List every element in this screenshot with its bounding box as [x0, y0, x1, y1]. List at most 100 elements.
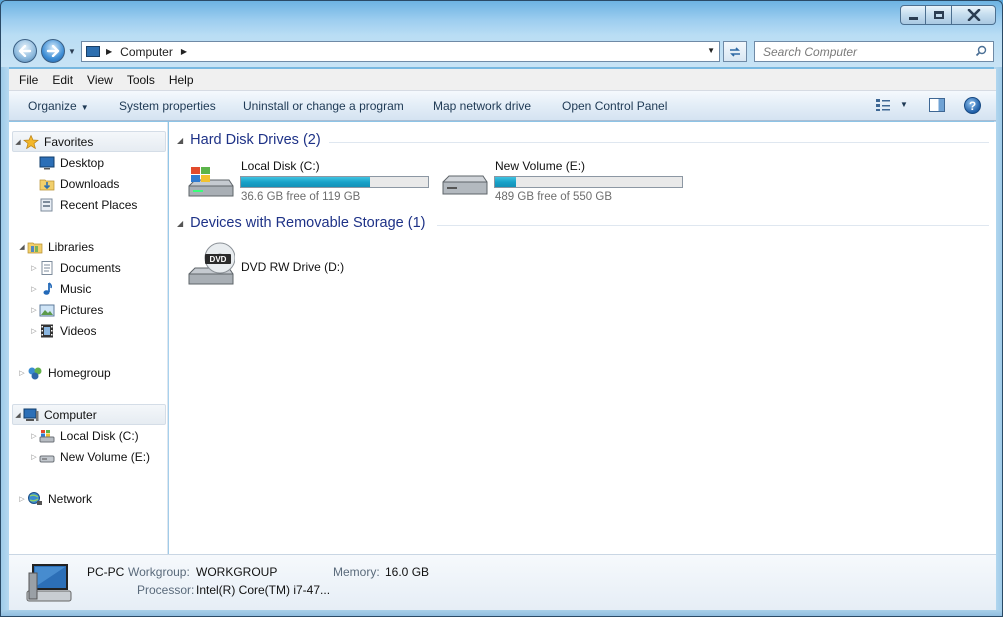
- nav-network[interactable]: ▷ Network: [17, 488, 92, 509]
- organize-button[interactable]: Organize ▼: [28, 99, 89, 113]
- hard-disk-group-title: Hard Disk Drives (2): [190, 132, 321, 148]
- nav-favorites[interactable]: ◢ Favorites: [12, 131, 166, 152]
- drive-e-free-space: 489 GB free of 550 GB: [495, 191, 612, 203]
- collapse-arrow-icon[interactable]: ▷: [17, 495, 27, 503]
- nav-documents[interactable]: ▷ Documents: [29, 257, 121, 278]
- uninstall-program-button[interactable]: Uninstall or change a program: [243, 99, 404, 113]
- menu-view[interactable]: View: [87, 73, 113, 87]
- search-input[interactable]: Search Computer: [754, 41, 994, 62]
- group-collapse-icon[interactable]: ◢: [177, 219, 183, 228]
- desktop-icon: [39, 156, 55, 169]
- nav-network-label: Network: [48, 491, 93, 506]
- menu-bar: File Edit View Tools Help: [9, 69, 996, 91]
- nav-libraries[interactable]: ◢ Libraries: [17, 236, 94, 257]
- map-network-drive-button[interactable]: Map network drive: [433, 99, 531, 113]
- workgroup-value: WORKGROUP: [196, 565, 278, 579]
- expand-arrow-icon[interactable]: ◢: [13, 138, 23, 146]
- nav-videos-label: Videos: [60, 323, 97, 338]
- windows-drive-icon: [39, 429, 55, 442]
- caption-buttons: [900, 5, 996, 25]
- collapse-arrow-icon[interactable]: ▷: [29, 285, 39, 293]
- group-collapse-icon[interactable]: ◢: [177, 136, 183, 145]
- memory-value: 16.0 GB: [385, 565, 430, 579]
- pc-name: PC-PC: [87, 565, 125, 579]
- more-views-dropdown-icon[interactable]: ▼: [900, 100, 908, 109]
- computer-monitor-icon: [26, 564, 72, 602]
- nav-pictures[interactable]: ▷ Pictures: [29, 299, 103, 320]
- nav-desktop[interactable]: Desktop: [39, 152, 104, 173]
- close-button[interactable]: [952, 5, 996, 25]
- navigation-row: ▼ ▶ Computer ▶ ▼ Search Computer: [1, 35, 1002, 67]
- recent-pages-dropdown-icon[interactable]: ▼: [68, 47, 76, 56]
- minimize-button[interactable]: [900, 5, 926, 25]
- collapse-arrow-icon[interactable]: ▷: [29, 327, 39, 335]
- collapse-arrow-icon[interactable]: ▷: [29, 453, 39, 461]
- refresh-icon: [730, 46, 740, 57]
- search-icon[interactable]: [975, 45, 987, 57]
- menu-tools[interactable]: Tools: [127, 73, 155, 87]
- title-bar[interactable]: [1, 1, 1002, 35]
- change-view-icon[interactable]: [875, 98, 891, 112]
- preview-pane-icon[interactable]: [929, 98, 945, 112]
- address-bar[interactable]: ▶ Computer ▶ ▼: [81, 41, 720, 62]
- menu-edit[interactable]: Edit: [52, 73, 73, 87]
- nav-desktop-label: Desktop: [60, 155, 105, 170]
- dvd-drive-icon: DVD: [188, 242, 235, 285]
- nav-music[interactable]: ▷ Music: [29, 278, 91, 299]
- collapse-arrow-icon[interactable]: ▷: [17, 369, 27, 377]
- drive-e-usage-bar: [494, 176, 683, 188]
- dvd-drive-tile[interactable]: DVD DVD RW Drive (D:): [185, 240, 385, 290]
- nav-homegroup-label: Homegroup: [48, 365, 111, 380]
- nav-videos[interactable]: ▷ Videos: [29, 320, 96, 341]
- group-divider: [437, 225, 989, 226]
- libraries-icon: [27, 242, 43, 253]
- processor-value: Intel(R) Core(TM) i7-47...: [196, 583, 331, 597]
- hard-disk-group-header[interactable]: ◢ Hard Disk Drives (2): [177, 132, 321, 148]
- back-button[interactable]: [13, 39, 37, 63]
- maximize-icon: [933, 11, 944, 19]
- chevron-down-icon: ▼: [80, 103, 89, 112]
- recent-places-icon: [40, 198, 53, 211]
- breadcrumb-computer[interactable]: Computer: [120, 45, 173, 59]
- open-control-panel-button[interactable]: Open Control Panel: [562, 99, 667, 113]
- nav-local-disk[interactable]: ▷ Local Disk (C:): [29, 425, 139, 446]
- help-icon[interactable]: ?: [964, 97, 981, 114]
- hard-drive-icon: [39, 455, 55, 462]
- collapse-arrow-icon[interactable]: ▷: [29, 432, 39, 440]
- removable-group-header[interactable]: ◢ Devices with Removable Storage (1): [177, 215, 425, 231]
- close-icon: [967, 9, 980, 21]
- nav-local-disk-label: Local Disk (C:): [60, 428, 139, 443]
- breadcrumb-chevron-icon[interactable]: ▶: [106, 47, 112, 56]
- pictures-icon: [39, 304, 55, 316]
- expand-arrow-icon[interactable]: ◢: [13, 411, 23, 419]
- drive-tile-c[interactable]: Local Disk (C:) 36.6 GB free of 119 GB: [185, 158, 435, 206]
- nav-favorites-label: Favorites: [44, 134, 94, 149]
- search-placeholder: Search Computer: [763, 44, 858, 59]
- menu-file[interactable]: File: [19, 73, 38, 87]
- drive-e-usage-fill: [495, 177, 516, 187]
- nav-homegroup[interactable]: ▷ Homegroup: [17, 362, 111, 383]
- window-frame-left: [1, 67, 9, 610]
- nav-computer-label: Computer: [44, 407, 97, 422]
- nav-downloads[interactable]: Downloads: [39, 173, 119, 194]
- nav-computer[interactable]: ◢ Computer: [12, 404, 166, 425]
- collapse-arrow-icon[interactable]: ▷: [29, 264, 39, 272]
- drive-tile-e[interactable]: New Volume (E:) 489 GB free of 550 GB: [439, 158, 689, 206]
- forward-button[interactable]: [41, 39, 65, 63]
- breadcrumb-chevron-icon[interactable]: ▶: [181, 47, 187, 56]
- nav-new-volume[interactable]: ▷ New Volume (E:): [29, 446, 150, 467]
- system-properties-button[interactable]: System properties: [119, 99, 216, 113]
- collapse-arrow-icon[interactable]: ▷: [29, 306, 39, 314]
- refresh-button[interactable]: [723, 41, 747, 62]
- organize-label: Organize: [28, 99, 77, 113]
- maximize-button[interactable]: [926, 5, 952, 25]
- group-divider: [329, 142, 989, 143]
- documents-icon: [41, 260, 53, 275]
- menu-help[interactable]: Help: [169, 73, 194, 87]
- address-history-dropdown-icon[interactable]: ▼: [707, 46, 715, 55]
- expand-arrow-icon[interactable]: ◢: [17, 243, 27, 251]
- computer-icon: [23, 408, 39, 421]
- downloads-folder-icon: [39, 179, 55, 190]
- nav-music-label: Music: [60, 281, 92, 296]
- nav-recent-places[interactable]: Recent Places: [39, 194, 137, 215]
